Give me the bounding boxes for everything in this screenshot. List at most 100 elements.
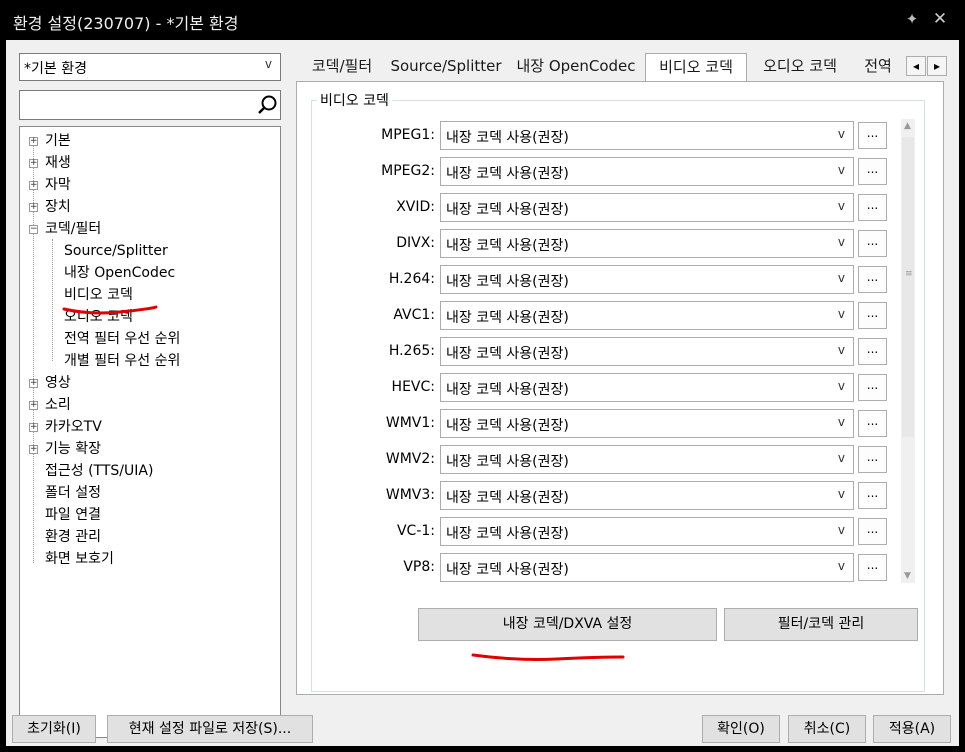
codec-select[interactable]: 내장 코덱 사용(권장) v [440, 229, 854, 258]
codec-select[interactable]: 내장 코덱 사용(권장) v [440, 121, 854, 150]
codec-more-button[interactable]: ... [858, 482, 887, 509]
codec-more-button[interactable]: ... [858, 410, 887, 437]
expand-icon[interactable]: + [29, 379, 38, 388]
tree-item-extensions[interactable]: 기능 확장 [45, 439, 101, 459]
codec-select[interactable]: 내장 코덱 사용(권장) v [440, 373, 854, 402]
cancel-button[interactable]: 취소(C) [788, 715, 866, 743]
scroll-up-icon[interactable]: ▲ [904, 121, 911, 131]
codec-select-value: 내장 코덱 사용(권장) [446, 382, 569, 398]
tab-scroll-left-icon[interactable]: ◂ [906, 56, 926, 76]
codec-more-button[interactable]: ... [858, 446, 887, 473]
codec-more-button[interactable]: ... [858, 122, 887, 149]
chevron-down-icon: v [837, 559, 845, 573]
chevron-down-icon: v [837, 307, 845, 321]
codec-more-button[interactable]: ... [858, 302, 887, 329]
tab-global[interactable]: 전역 [853, 53, 903, 81]
tree-item-subtitle[interactable]: 자막 [45, 175, 71, 195]
tree-item-device[interactable]: 장치 [45, 197, 71, 217]
tree-search-input[interactable] [19, 90, 281, 120]
tree-item-video[interactable]: 영상 [45, 373, 71, 393]
codec-more-button[interactable]: ... [858, 230, 887, 257]
codec-more-button[interactable]: ... [858, 374, 887, 401]
chevron-down-icon: v [837, 343, 845, 357]
scroll-down-icon[interactable]: ▼ [904, 571, 911, 581]
reset-button[interactable]: 초기화(I) [12, 715, 96, 743]
tree-item-env-management[interactable]: 환경 관리 [45, 527, 101, 547]
codec-select[interactable]: 내장 코덱 사용(권장) v [440, 445, 854, 474]
settings-window: 환경 설정(230707) - *기본 환경 ✦ ✕ *기본 환경 v + 기본… [0, 0, 965, 752]
codec-select[interactable]: 내장 코덱 사용(권장) v [440, 265, 854, 294]
chevron-down-icon: v [837, 163, 845, 177]
tree-item-accessibility[interactable]: 접근성 (TTS/UIA) [45, 461, 153, 481]
codec-select-value: 내장 코덱 사용(권장) [446, 310, 569, 326]
codec-select[interactable]: 내장 코덱 사용(권장) v [440, 193, 854, 222]
expand-icon[interactable]: + [29, 159, 38, 168]
apply-button[interactable]: 적용(A) [873, 715, 951, 743]
codec-more-button[interactable]: ... [858, 194, 887, 221]
chevron-down-icon: v [837, 523, 845, 537]
expand-icon[interactable]: + [29, 137, 38, 146]
codec-label: DIVX: [396, 235, 435, 251]
tree-item-file-association[interactable]: 파일 연결 [45, 505, 101, 525]
tree-item-global-filter-priority[interactable]: 전역 필터 우선 순위 [64, 329, 180, 349]
tab-video-codec[interactable]: 비디오 코덱 [645, 53, 747, 81]
codec-more-button[interactable]: ... [858, 158, 887, 185]
tree-item-sound[interactable]: 소리 [45, 395, 71, 415]
tree-item-source-splitter[interactable]: Source/Splitter [64, 241, 168, 261]
codec-select[interactable]: 내장 코덱 사용(권장) v [440, 553, 854, 582]
codec-select-value: 내장 코덱 사용(권장) [446, 346, 569, 362]
codec-select[interactable]: 내장 코덱 사용(권장) v [440, 157, 854, 186]
expand-icon[interactable]: + [29, 445, 38, 454]
codec-label: WMV2: [385, 451, 435, 467]
tree-item-playback[interactable]: 재생 [45, 153, 71, 173]
tree-item-builtin-opencodec[interactable]: 내장 OpenCodec [64, 263, 175, 283]
scrollbar[interactable]: ▲ ≡ ▼ [901, 119, 915, 583]
close-icon[interactable]: ✕ [931, 10, 949, 28]
tab-audio-codec[interactable]: 오디오 코덱 [751, 53, 849, 81]
codec-label: H.264: [388, 271, 435, 287]
settings-tree: + 기본 + 재생 + 자막 + 장치 − 코덱/필터 Source/Split… [19, 126, 281, 738]
ok-button[interactable]: 확인(O) [702, 715, 780, 743]
tree-item-basic[interactable]: 기본 [45, 131, 71, 151]
codec-select[interactable]: 내장 코덱 사용(권장) v [440, 301, 854, 330]
chevron-down-icon: v [837, 415, 845, 429]
codec-select[interactable]: 내장 코덱 사용(권장) v [440, 517, 854, 546]
filter-manage-button[interactable]: 필터/코덱 관리 [724, 608, 918, 641]
codec-label: XVID: [396, 199, 435, 215]
codec-select[interactable]: 내장 코덱 사용(권장) v [440, 481, 854, 510]
codec-more-button[interactable]: ... [858, 554, 887, 581]
codec-select[interactable]: 내장 코덱 사용(권장) v [440, 409, 854, 438]
codec-more-button[interactable]: ... [858, 266, 887, 293]
codec-label: VC-1: [396, 523, 435, 539]
tab-source-splitter[interactable]: Source/Splitter [388, 53, 504, 81]
tree-item-video-codec[interactable]: 비디오 코덱 [64, 285, 133, 305]
tab-scroll-right-icon[interactable]: ▸ [927, 56, 947, 76]
codec-select-value: 내장 코덱 사용(권장) [446, 418, 569, 434]
tree-item-screensaver[interactable]: 화면 보호기 [45, 549, 114, 569]
tab-codec-filter[interactable]: 코덱/필터 [300, 53, 384, 81]
search-icon[interactable] [256, 94, 278, 116]
codec-more-button[interactable]: ... [858, 338, 887, 365]
tab-builtin-opencodec[interactable]: 내장 OpenCodec [510, 53, 642, 81]
tree-item-codec-filter[interactable]: 코덱/필터 [45, 219, 101, 239]
tree-item-kakaotv[interactable]: 카카오TV [45, 417, 102, 437]
save-to-file-button[interactable]: 현재 설정 파일로 저장(S)... [107, 715, 313, 743]
tree-item-individual-filter-priority[interactable]: 개별 필터 우선 순위 [64, 351, 180, 371]
codec-select-value: 내장 코덱 사용(권장) [446, 526, 569, 542]
codec-label: WMV3: [385, 487, 435, 503]
collapse-icon[interactable]: − [29, 225, 38, 234]
expand-icon[interactable]: + [29, 401, 38, 410]
pin-icon[interactable]: ✦ [903, 10, 921, 28]
group-label: 비디오 코덱 [317, 90, 392, 110]
codec-label: MPEG1: [381, 127, 435, 143]
dxva-settings-button[interactable]: 내장 코덱/DXVA 설정 [418, 608, 717, 641]
codec-more-button[interactable]: ... [858, 518, 887, 545]
profile-select[interactable]: *기본 환경 v [19, 53, 281, 81]
codec-select[interactable]: 내장 코덱 사용(권장) v [440, 337, 854, 366]
scroll-thumb[interactable] [902, 137, 914, 437]
tree-item-folder-settings[interactable]: 폴더 설정 [45, 483, 101, 503]
expand-icon[interactable]: + [29, 203, 38, 212]
chevron-down-icon: v [837, 487, 845, 501]
expand-icon[interactable]: + [29, 423, 38, 432]
expand-icon[interactable]: + [29, 181, 38, 190]
